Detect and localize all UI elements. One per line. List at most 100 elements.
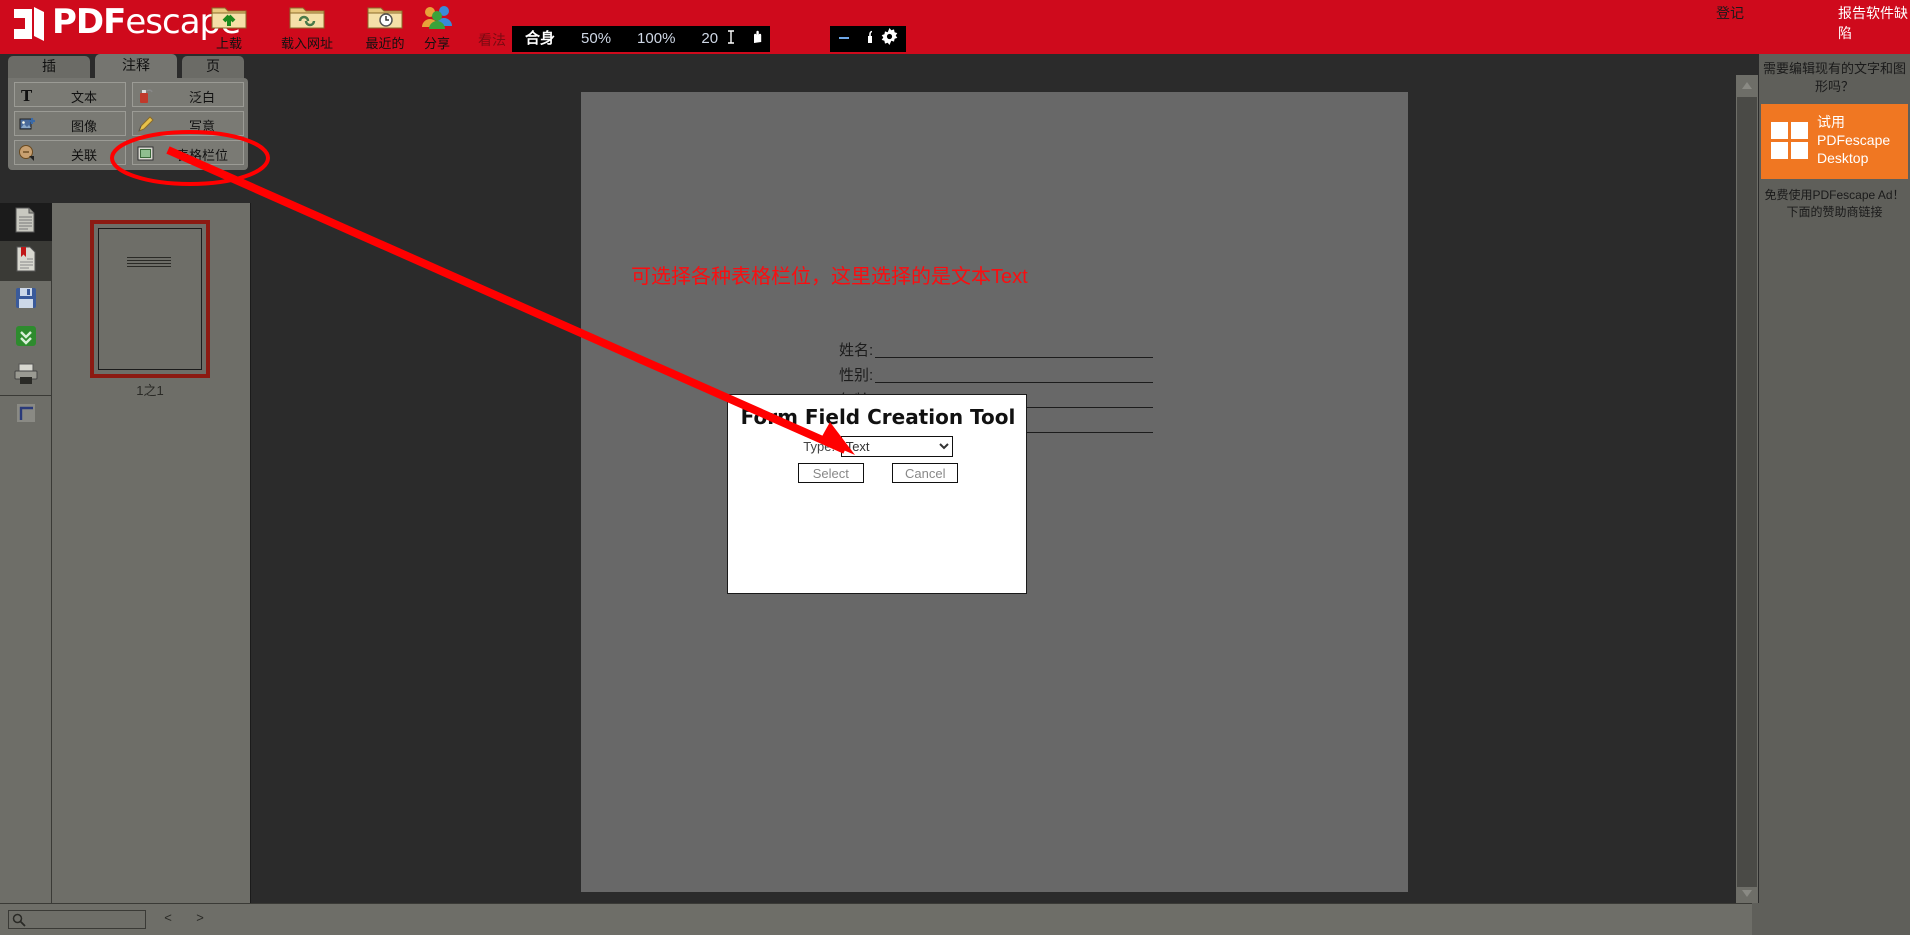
dialog-button-row: Select Cancel bbox=[728, 463, 1028, 483]
search-prev-button[interactable]: < bbox=[160, 910, 176, 925]
strip-icon-properties[interactable] bbox=[0, 396, 52, 434]
bottom-right-filler bbox=[1752, 903, 1910, 935]
cancel-button[interactable]: Cancel bbox=[892, 463, 959, 483]
scroll-down-button[interactable] bbox=[1736, 883, 1758, 903]
zoom-100-button[interactable]: 100% bbox=[624, 26, 688, 52]
text-cursor-icon[interactable] bbox=[724, 29, 738, 50]
select-button[interactable]: Select bbox=[797, 463, 864, 483]
ad-footer-text: 免费使用PDFescape Ad！ 下面的赞助商链接 bbox=[1761, 187, 1908, 221]
blue-square-icon bbox=[16, 403, 36, 428]
pencil-icon bbox=[136, 115, 155, 134]
ad-line-3: Desktop bbox=[1817, 150, 1869, 166]
ad-banner-pdfescape-desktop[interactable]: 试用 PDFescape Desktop bbox=[1761, 104, 1908, 179]
topbar-label-share: 分享 bbox=[423, 36, 450, 51]
strip-icon-download[interactable] bbox=[0, 319, 52, 357]
thumbnail-page-label: 1之1 bbox=[136, 383, 164, 398]
tool-button-freehand[interactable]: 写意 bbox=[132, 111, 244, 136]
page-thumbnail-1[interactable] bbox=[90, 220, 210, 378]
form-label-name: 姓名: bbox=[839, 342, 874, 359]
tool-button-image[interactable]: 图像 bbox=[14, 111, 126, 136]
tool-button-form-field[interactable]: 表格栏位 bbox=[132, 140, 244, 165]
minimize-icon[interactable] bbox=[837, 30, 851, 48]
report-bug-link[interactable]: 报告软件缺陷 bbox=[1838, 3, 1910, 43]
thumbnail-panel: 1之1 bbox=[52, 203, 251, 903]
form-field-creation-dialog[interactable]: Form Field Creation Tool Type: TextCheck… bbox=[727, 394, 1027, 594]
settings-button[interactable] bbox=[872, 26, 906, 52]
tool-button-whiteout[interactable]: 泛白 bbox=[132, 82, 244, 107]
topbar-item-load-url[interactable]: 载入网址 bbox=[273, 2, 341, 52]
ad-heading: 需要编辑现有的文字和图形吗？ bbox=[1762, 61, 1906, 94]
letter-t-icon: T bbox=[18, 86, 37, 105]
pdfescape-logo-icon bbox=[10, 5, 48, 43]
form-label-gender: 性别: bbox=[839, 367, 874, 384]
ad-sidebar: 需要编辑现有的文字和图形吗？ 试用 PDFescape Desktop 免费使用… bbox=[1759, 54, 1910, 903]
search-input[interactable] bbox=[29, 911, 144, 928]
pages-stack-icon bbox=[13, 206, 39, 239]
strip-icon-save[interactable] bbox=[0, 281, 52, 319]
tool-label-whiteout: 泛白 bbox=[188, 90, 215, 105]
annotation-tool-panel: 插 注释 页 T 文本 泛白 图像 写意 关联 表格栏位 bbox=[0, 54, 252, 251]
top-toolbar: PDFescape 上载 载入网址 最近的 分享 看法 合身 50% 100% … bbox=[0, 0, 1910, 54]
register-link[interactable]: 登记 bbox=[1716, 3, 1744, 23]
search-next-button[interactable]: > bbox=[192, 910, 208, 925]
bookmark-page-icon bbox=[14, 245, 38, 278]
topbar-item-share[interactable]: 分享 bbox=[403, 2, 471, 52]
form-row-gender: 性别: bbox=[839, 364, 1154, 385]
zoom-50-button[interactable]: 50% bbox=[568, 26, 624, 52]
topbar-label-load-url: 载入网址 bbox=[280, 36, 333, 51]
bottom-status-bar: < > bbox=[0, 903, 1752, 935]
tool-grid: T 文本 泛白 图像 写意 关联 表格栏位 bbox=[8, 78, 248, 170]
dialog-title: Form Field Creation Tool bbox=[740, 405, 1016, 429]
thumbnail-content-lines bbox=[127, 257, 171, 269]
tab-annotate[interactable]: 注释 bbox=[95, 54, 177, 78]
strip-icon-bookmarks[interactable] bbox=[0, 242, 52, 280]
floppy-save-icon bbox=[14, 286, 38, 315]
view-label: 看法 bbox=[478, 32, 506, 48]
scrollbar-thumb[interactable] bbox=[1737, 97, 1757, 887]
tool-label-image: 图像 bbox=[70, 119, 97, 134]
link-circle-icon bbox=[18, 144, 37, 163]
folder-upload-icon bbox=[195, 2, 263, 32]
gear-icon bbox=[881, 28, 898, 50]
tab-page[interactable]: 页 bbox=[182, 56, 244, 78]
thumbnail-page-canvas bbox=[98, 228, 202, 370]
ad-line-1: 试用 bbox=[1817, 114, 1845, 130]
ad-banner-text: 试用 PDFescape Desktop bbox=[1817, 113, 1890, 167]
tool-label-link: 关联 bbox=[70, 148, 97, 163]
field-type-select[interactable]: TextCheckboxRadio ButtonDropdownList Box… bbox=[840, 436, 953, 457]
hand-pan-icon[interactable] bbox=[749, 29, 765, 50]
search-box[interactable] bbox=[8, 910, 146, 929]
ad-footer-line-1: 免费使用PDFescape Ad！ bbox=[1764, 188, 1905, 202]
red-annotation-text: 可选择各种表格栏位，这里选择的是文本Text bbox=[631, 266, 1028, 288]
form-field-icon bbox=[136, 144, 155, 163]
zoom-fit-button[interactable]: 合身 bbox=[512, 26, 568, 52]
topbar-item-upload[interactable]: 上载 bbox=[195, 2, 263, 52]
form-line-gender[interactable] bbox=[875, 382, 1154, 383]
strip-icon-print[interactable] bbox=[0, 357, 52, 395]
svg-text:T: T bbox=[21, 87, 33, 105]
zoom-control-group: 合身 50% 100% 200% bbox=[512, 26, 753, 52]
scroll-up-button[interactable] bbox=[1736, 75, 1758, 95]
dialog-type-label: Type: bbox=[803, 439, 836, 454]
form-line-name[interactable] bbox=[875, 357, 1154, 358]
printer-icon bbox=[13, 363, 39, 390]
tool-label-freehand: 写意 bbox=[188, 119, 215, 134]
dialog-type-row: Type: TextCheckboxRadio ButtonDropdownLi… bbox=[728, 436, 1028, 457]
tool-button-text[interactable]: T 文本 bbox=[14, 82, 126, 107]
tab-insert[interactable]: 插 bbox=[8, 56, 90, 78]
brand-pdf: PDF bbox=[52, 2, 126, 42]
download-green-icon bbox=[14, 324, 38, 353]
ad-line-2: PDFescape bbox=[1817, 132, 1891, 148]
side-icon-strip bbox=[0, 203, 52, 903]
document-vertical-scrollbar[interactable] bbox=[1736, 75, 1758, 903]
strip-icon-pages[interactable] bbox=[0, 203, 52, 241]
share-people-icon bbox=[403, 2, 471, 32]
cursor-tool-group bbox=[718, 26, 770, 52]
folder-link-icon bbox=[273, 2, 341, 32]
tool-label-form-field: 表格栏位 bbox=[175, 148, 228, 163]
search-icon bbox=[12, 913, 26, 932]
image-plus-icon bbox=[18, 115, 37, 134]
ad-footer-line-2: 下面的赞助商链接 bbox=[1786, 205, 1883, 219]
tool-button-link[interactable]: 关联 bbox=[14, 140, 126, 165]
app-root: PDFescape 上载 载入网址 最近的 分享 看法 合身 50% 100% … bbox=[0, 0, 1910, 935]
